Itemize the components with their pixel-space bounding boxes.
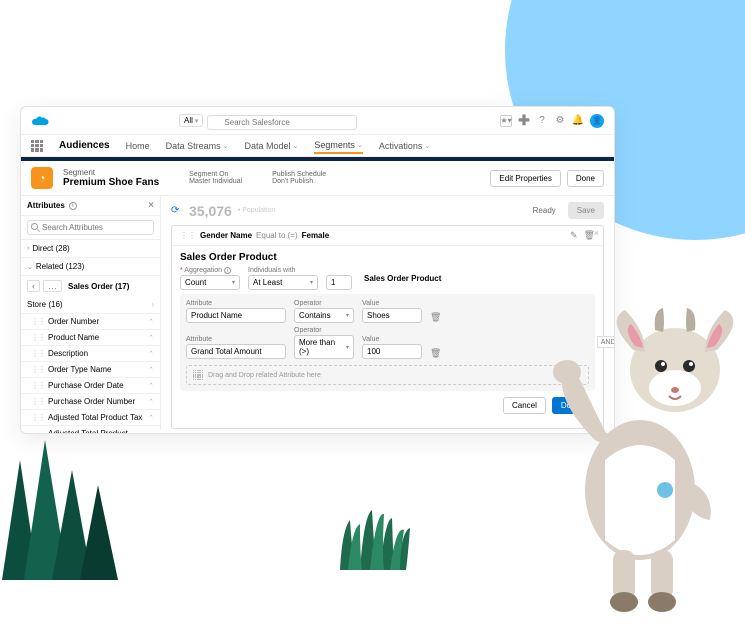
search-icon (31, 223, 38, 230)
list-item[interactable]: ⋮⋮Description⌃ (21, 346, 160, 362)
f1-attribute-select[interactable]: Product Name (186, 308, 286, 323)
drag-handle-icon[interactable]: ⋮⋮ (180, 231, 196, 240)
pill-operator: Equal to (=) (256, 231, 298, 240)
related-category[interactable]: ⌄Related (123) (21, 258, 160, 276)
f2-op-label: Operator (294, 327, 354, 334)
header-done-button[interactable]: Done (567, 170, 604, 187)
crumb-back[interactable]: ‹ (27, 280, 40, 292)
nav-segments[interactable]: Segments⌄ (314, 140, 362, 154)
salesforce-logo (31, 114, 51, 128)
search-scope-all[interactable]: All▾ (179, 114, 203, 127)
f1-value-input[interactable]: Shoes (362, 308, 422, 323)
add-icon[interactable]: ✚ (518, 115, 530, 127)
nav-data-streams[interactable]: Data Streams⌄ (166, 141, 229, 151)
settings-gear-icon[interactable]: ⚙ (554, 115, 566, 127)
delete-filter-2-icon[interactable]: 🗑 (430, 348, 441, 359)
attributes-panel: Attributesi × ›Direct (28) ⌄Related (123… (21, 196, 161, 430)
filter-group: Attribute Product Name Operator Contains… (180, 294, 595, 391)
rule-title: Sales Order Product (180, 252, 595, 263)
edit-pencil-icon[interactable]: ✎ (570, 230, 578, 241)
segment-header: ◔ Segment Premium Shoe Fans Segment On M… (21, 161, 614, 196)
aggregation-label: * Aggregation i (180, 267, 240, 274)
decorative-mascot (535, 280, 735, 620)
app-window: All▾ ★▾ ✚ ? ⚙ 🔔 👤 Audiences Home Data St… (20, 106, 615, 434)
app-name: Audiences (59, 140, 110, 151)
notifications-bell-icon[interactable]: 🔔 (572, 115, 584, 127)
count-input[interactable]: 1 (326, 275, 352, 290)
publish-schedule-label: Publish Schedule (272, 171, 326, 178)
list-item[interactable]: ⋮⋮Purchase Order Date⌃ (21, 378, 160, 394)
segment-on-label: Segment On (189, 171, 242, 178)
f2-attr-label: Attribute (186, 336, 286, 343)
population-count: 35,076 (189, 203, 232, 219)
direct-category[interactable]: ›Direct (28) (21, 240, 160, 258)
favorite-icon[interactable]: ★▾ (500, 115, 512, 127)
edit-properties-button[interactable]: Edit Properties (490, 170, 560, 187)
breadcrumb: ‹ … Sales Order (17) (21, 276, 160, 296)
info-icon[interactable]: i (69, 202, 77, 210)
list-item[interactable]: ⋮⋮Adjusted Total Product Tax⌃ (21, 410, 160, 426)
nav-bar: Audiences Home Data Streams⌄ Data Model⌄… (21, 135, 614, 157)
condition-pill: ⋮⋮ Gender Name Equal to (=) Female ✎ 🗑 (172, 226, 603, 246)
f1-attr-label: Attribute (186, 300, 286, 307)
list-item[interactable]: ⋮⋮Order Type Name⌃ (21, 362, 160, 378)
crumb-current: Sales Order (17) (68, 282, 129, 291)
segment-type-label: Segment (63, 168, 159, 177)
individuals-label: Individuals with (248, 267, 318, 274)
segment-on-value: Master Individual (189, 178, 242, 185)
attributes-search-input[interactable] (27, 220, 154, 235)
attribute-list: ⋮⋮Order Number⌃ ⋮⋮Product Name⌃ ⋮⋮Descri… (21, 314, 160, 434)
f2-attribute-select[interactable]: Grand Total Amount (186, 344, 286, 359)
list-item[interactable]: ⋮⋮Product Name⌃ (21, 330, 160, 346)
help-icon[interactable]: ? (536, 115, 548, 127)
rule-object: Sales Order Product (364, 274, 441, 283)
segment-name: Premium Shoe Fans (63, 177, 159, 188)
f1-operator-select[interactable]: Contains▾ (294, 308, 354, 323)
decorative-grass (330, 500, 420, 570)
close-panel-icon[interactable]: × (148, 200, 154, 211)
list-item[interactable]: ⋮⋮Order Number⌃ (21, 314, 160, 330)
segment-icon: ◔ (31, 167, 53, 189)
save-button[interactable]: Save (568, 202, 604, 219)
nav-home[interactable]: Home (126, 141, 150, 151)
pill-field: Gender Name (200, 231, 252, 240)
pill-value: Female (302, 231, 330, 240)
f2-value-input[interactable]: 100 (362, 344, 422, 359)
f2-operator-select[interactable]: More than (>)▾ (294, 335, 354, 359)
status-text: Ready (533, 206, 556, 215)
f1-val-label: Value (362, 300, 422, 307)
crumb-more[interactable]: … (43, 280, 62, 292)
decorative-trees (0, 430, 130, 590)
close-card-icon[interactable]: × (594, 228, 599, 238)
list-item[interactable]: ⋮⋮Purchase Order Number⌃ (21, 394, 160, 410)
app-launcher-icon[interactable] (31, 140, 43, 152)
individuals-select[interactable]: At Least▾ (248, 275, 318, 290)
user-avatar[interactable]: 👤 (590, 114, 604, 128)
population-label: • Population (238, 207, 276, 214)
drop-grid-icon (193, 370, 203, 380)
drop-zone[interactable]: Drag and Drop related Attribute here (186, 365, 589, 385)
attributes-header: Attributesi × (21, 196, 160, 216)
aggregation-select[interactable]: Count▾ (180, 275, 240, 290)
f1-op-label: Operator (294, 300, 354, 307)
delete-filter-1-icon[interactable]: 🗑 (430, 312, 441, 323)
topbar: All▾ ★▾ ✚ ? ⚙ 🔔 👤 (21, 107, 614, 135)
refresh-icon[interactable]: ⟳ (171, 205, 183, 217)
f2-val-label: Value (362, 336, 422, 343)
nav-data-model[interactable]: Data Model⌄ (245, 141, 299, 151)
store-category[interactable]: Store (16)› (21, 296, 160, 314)
nav-activations[interactable]: Activations⌄ (379, 141, 430, 151)
publish-schedule-value: Don't Publish (272, 178, 326, 185)
global-search-input[interactable] (207, 115, 357, 130)
